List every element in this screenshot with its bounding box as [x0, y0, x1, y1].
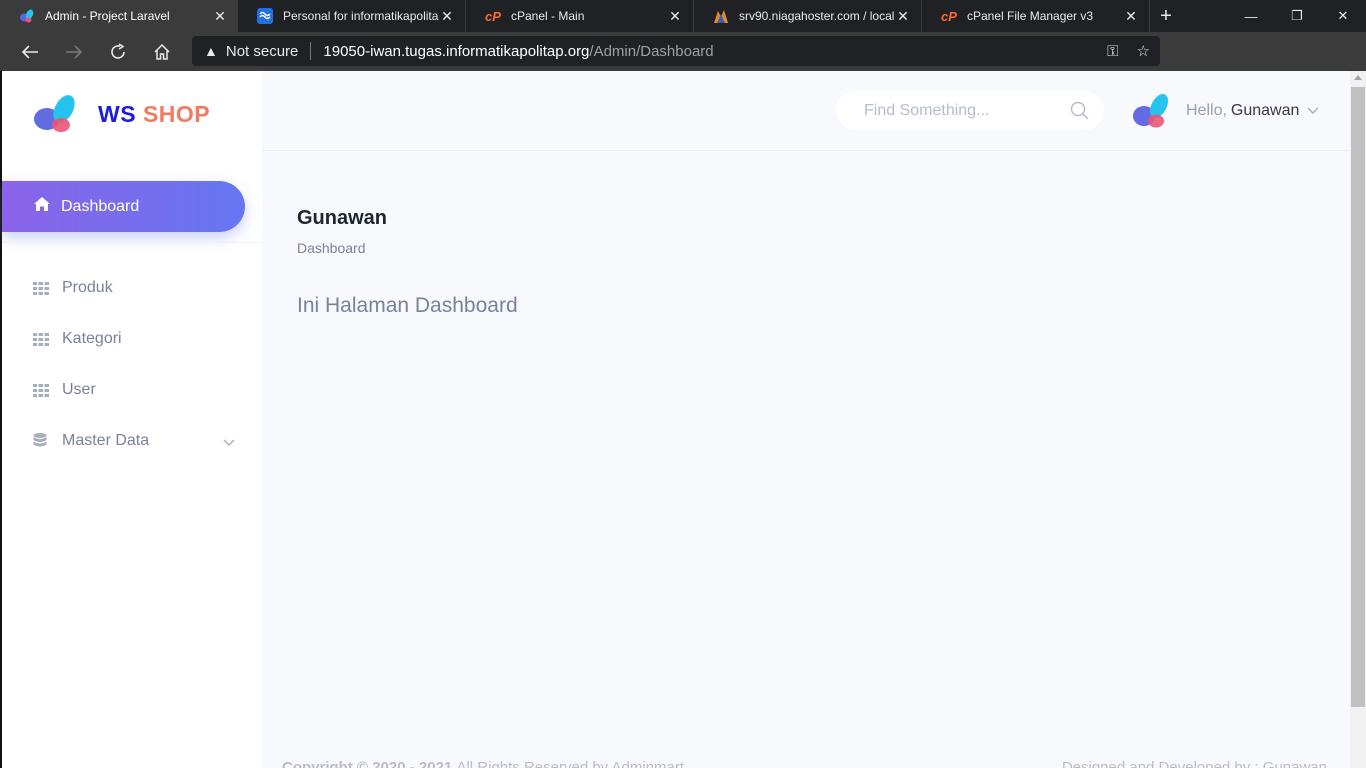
grid-icon	[33, 383, 50, 397]
browser-address-bar: ▲ Not secure 19050-iwan.tugas.informatik…	[0, 32, 1366, 95]
phpmyadmin-icon	[713, 8, 729, 24]
url-path[interactable]: /Admin/Dashboard	[589, 43, 713, 60]
brand-ws: WS	[98, 100, 137, 127]
chevron-down-icon	[223, 434, 235, 452]
home-browser-icon[interactable]	[140, 32, 184, 71]
tab-personal[interactable]: Personal for informatikapolitap ✕	[238, 0, 466, 32]
footer-credit: Designed and Developed by : Gunawan	[1061, 759, 1327, 768]
back-arrow-icon[interactable]	[8, 32, 52, 71]
tab-title: Admin - Project Laravel	[45, 9, 170, 23]
search-box	[836, 91, 1104, 130]
username: Gunawan	[1230, 102, 1300, 119]
breadcrumb: Dashboard	[297, 240, 366, 256]
sidebar-item-label: Master Data	[62, 432, 150, 449]
url-host[interactable]: 19050-iwan.tugas.informatikapolitap.org	[323, 43, 589, 60]
page-body-text: Ini Halaman Dashboard	[297, 294, 518, 317]
omnibox-actions: ⚿ ☆	[1107, 36, 1150, 66]
grid-icon	[33, 281, 50, 295]
brand-name: WS SHOP	[98, 101, 210, 128]
database-icon	[33, 433, 50, 449]
tab-cpanel-main[interactable]: cP cPanel - Main ✕	[466, 0, 694, 32]
sidebar-item-dashboard[interactable]: Dashboard	[2, 181, 245, 232]
omnibox[interactable]: ▲ Not secure 19050-iwan.tugas.informatik…	[192, 36, 1160, 66]
tab-admin-project-laravel[interactable]: Admin - Project Laravel ✕	[0, 0, 238, 32]
greeting-text: Hello,	[1186, 102, 1227, 119]
blue-wave-icon	[257, 8, 273, 24]
page-title: Gunawan	[297, 207, 388, 229]
tab-phpmyadmin[interactable]: srv90.niagahoster.com / localh ✕	[694, 0, 922, 32]
tab-close-icon[interactable]: ✕	[439, 8, 455, 25]
browser-tab-bar: Admin - Project Laravel ✕ Personal for i…	[0, 0, 1366, 32]
grid-icon	[33, 332, 50, 346]
sidebar-item-label: User	[62, 381, 96, 398]
warning-icon: ▲	[204, 43, 218, 59]
close-window-icon[interactable]: ✕	[1320, 0, 1366, 32]
footer-copyright: Copyright © 2020 - 2021	[282, 759, 453, 768]
sidebar-item-label: Kategori	[62, 330, 122, 347]
scroll-up-arrow-icon[interactable]	[1354, 75, 1362, 80]
footer: Copyright © 2020 - 2021 All Rights Reser…	[282, 759, 1332, 768]
svg-text:cP: cP	[941, 9, 957, 24]
sidebar-item-kategori[interactable]: Kategori	[33, 324, 243, 354]
chevron-down-icon	[1307, 102, 1319, 120]
sidebar-item-produk[interactable]: Produk	[33, 273, 243, 303]
security-label[interactable]: Not secure	[226, 43, 299, 60]
sidebar-divider	[2, 242, 262, 243]
new-tab-button[interactable]: +	[1150, 0, 1182, 32]
omnibox-separator	[310, 42, 312, 60]
sidebar-item-label: Produk	[62, 279, 113, 296]
page-scrollbar[interactable]	[1350, 71, 1366, 768]
brand-logo-link[interactable]: WS SHOP	[32, 93, 210, 135]
window-controls: — ❐ ✕	[1228, 0, 1366, 32]
star-icon[interactable]: ☆	[1137, 42, 1150, 60]
key-icon[interactable]: ⚿	[1107, 43, 1118, 60]
tab-title: cPanel - Main	[511, 9, 585, 23]
svg-text:cP: cP	[485, 9, 501, 24]
page: WS SHOP Dashboard Produk Kategori User M…	[0, 71, 1350, 768]
restore-icon[interactable]: ❐	[1274, 0, 1320, 32]
search-icon[interactable]	[1070, 101, 1089, 125]
tab-close-icon[interactable]: ✕	[1123, 8, 1139, 25]
cpanel-icon: cP	[485, 8, 501, 24]
tab-close-icon[interactable]: ✕	[212, 8, 228, 25]
user-menu[interactable]: Hello, Gunawan	[1132, 91, 1319, 131]
minimize-icon[interactable]: —	[1228, 0, 1274, 32]
topbar: Hello, Gunawan	[262, 71, 1350, 151]
brand-shop: SHOP	[142, 100, 211, 127]
sidebar-item-user[interactable]: User	[33, 375, 243, 405]
refresh-icon[interactable]	[96, 32, 140, 71]
search-input[interactable]	[864, 101, 1064, 120]
butterfly-icon	[19, 8, 35, 24]
home-icon	[33, 196, 51, 217]
avatar	[1133, 93, 1169, 128]
scrollbar-thumb[interactable]	[1351, 87, 1365, 707]
forward-arrow-icon[interactable]	[52, 32, 96, 71]
tab-cpanel-file-manager[interactable]: cP cPanel File Manager v3 ✕	[922, 0, 1150, 32]
tab-close-icon[interactable]: ✕	[667, 8, 683, 25]
sidebar-item-master-data[interactable]: Master Data	[33, 426, 243, 456]
tab-title: srv90.niagahoster.com / localh	[739, 9, 895, 23]
cpanel-icon: cP	[941, 8, 957, 24]
tab-title: Personal for informatikapolitap	[283, 9, 439, 23]
sidebar-item-label: Dashboard	[61, 197, 140, 215]
footer-rights[interactable]: All Rights Reserved by Adminmart	[456, 759, 684, 768]
butterfly-logo-icon	[34, 95, 75, 132]
tab-title: cPanel File Manager v3	[967, 9, 1094, 23]
tab-close-icon[interactable]: ✕	[895, 8, 911, 25]
sidebar: WS SHOP Dashboard Produk Kategori User M…	[0, 71, 262, 768]
main-content: Gunawan Dashboard Ini Halaman Dashboard	[297, 207, 518, 318]
